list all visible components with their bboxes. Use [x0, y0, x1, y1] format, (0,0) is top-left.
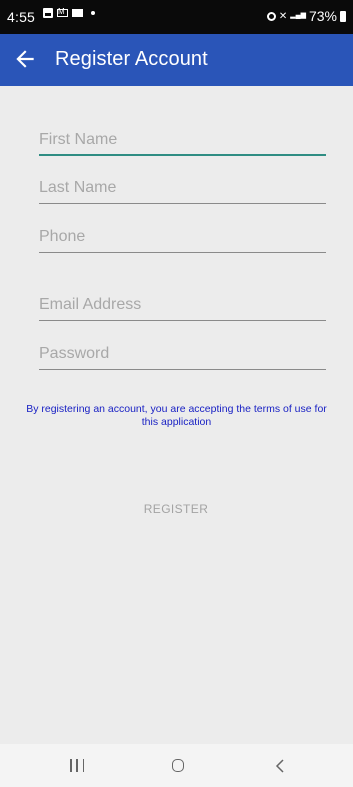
- page-title: Register Account: [55, 48, 208, 70]
- first-name-input[interactable]: [39, 126, 326, 154]
- status-system-icons: ✕ ▂▄▆ 73%: [266, 8, 346, 24]
- app-bar: Register Account: [0, 34, 353, 86]
- signal-icon: ▂▄▆: [290, 12, 306, 19]
- message-icon: [72, 9, 83, 17]
- last-name-input[interactable]: [39, 174, 326, 202]
- last-name-field-wrapper: [39, 174, 326, 204]
- password-field-wrapper: [39, 340, 326, 370]
- dot-icon: [91, 11, 95, 15]
- register-button[interactable]: REGISTER: [126, 495, 226, 523]
- arrow-left-icon[interactable]: [12, 46, 38, 72]
- status-bar: 4:55 ✕ ▂▄▆ 73%: [0, 0, 353, 34]
- image-icon: [43, 8, 53, 18]
- recents-icon[interactable]: [70, 759, 84, 773]
- mute-icon: ✕: [278, 10, 288, 22]
- back-icon[interactable]: [273, 757, 287, 775]
- email-field-wrapper: [39, 291, 326, 321]
- gmail-icon: [57, 6, 68, 18]
- password-input[interactable]: [39, 340, 326, 368]
- battery-icon: [340, 10, 346, 22]
- status-notification-icons: [43, 6, 95, 18]
- home-icon[interactable]: [172, 759, 184, 772]
- alarm-icon: [266, 11, 276, 21]
- phone-input[interactable]: [39, 223, 326, 251]
- terms-notice: By registering an account, you are accep…: [26, 403, 327, 428]
- battery-percent: 73%: [308, 8, 337, 24]
- email-input[interactable]: [39, 291, 326, 319]
- status-time: 4:55: [7, 9, 36, 25]
- system-nav-bar: [0, 744, 353, 787]
- first-name-field-wrapper: [39, 126, 326, 156]
- phone-field-wrapper: [39, 223, 326, 253]
